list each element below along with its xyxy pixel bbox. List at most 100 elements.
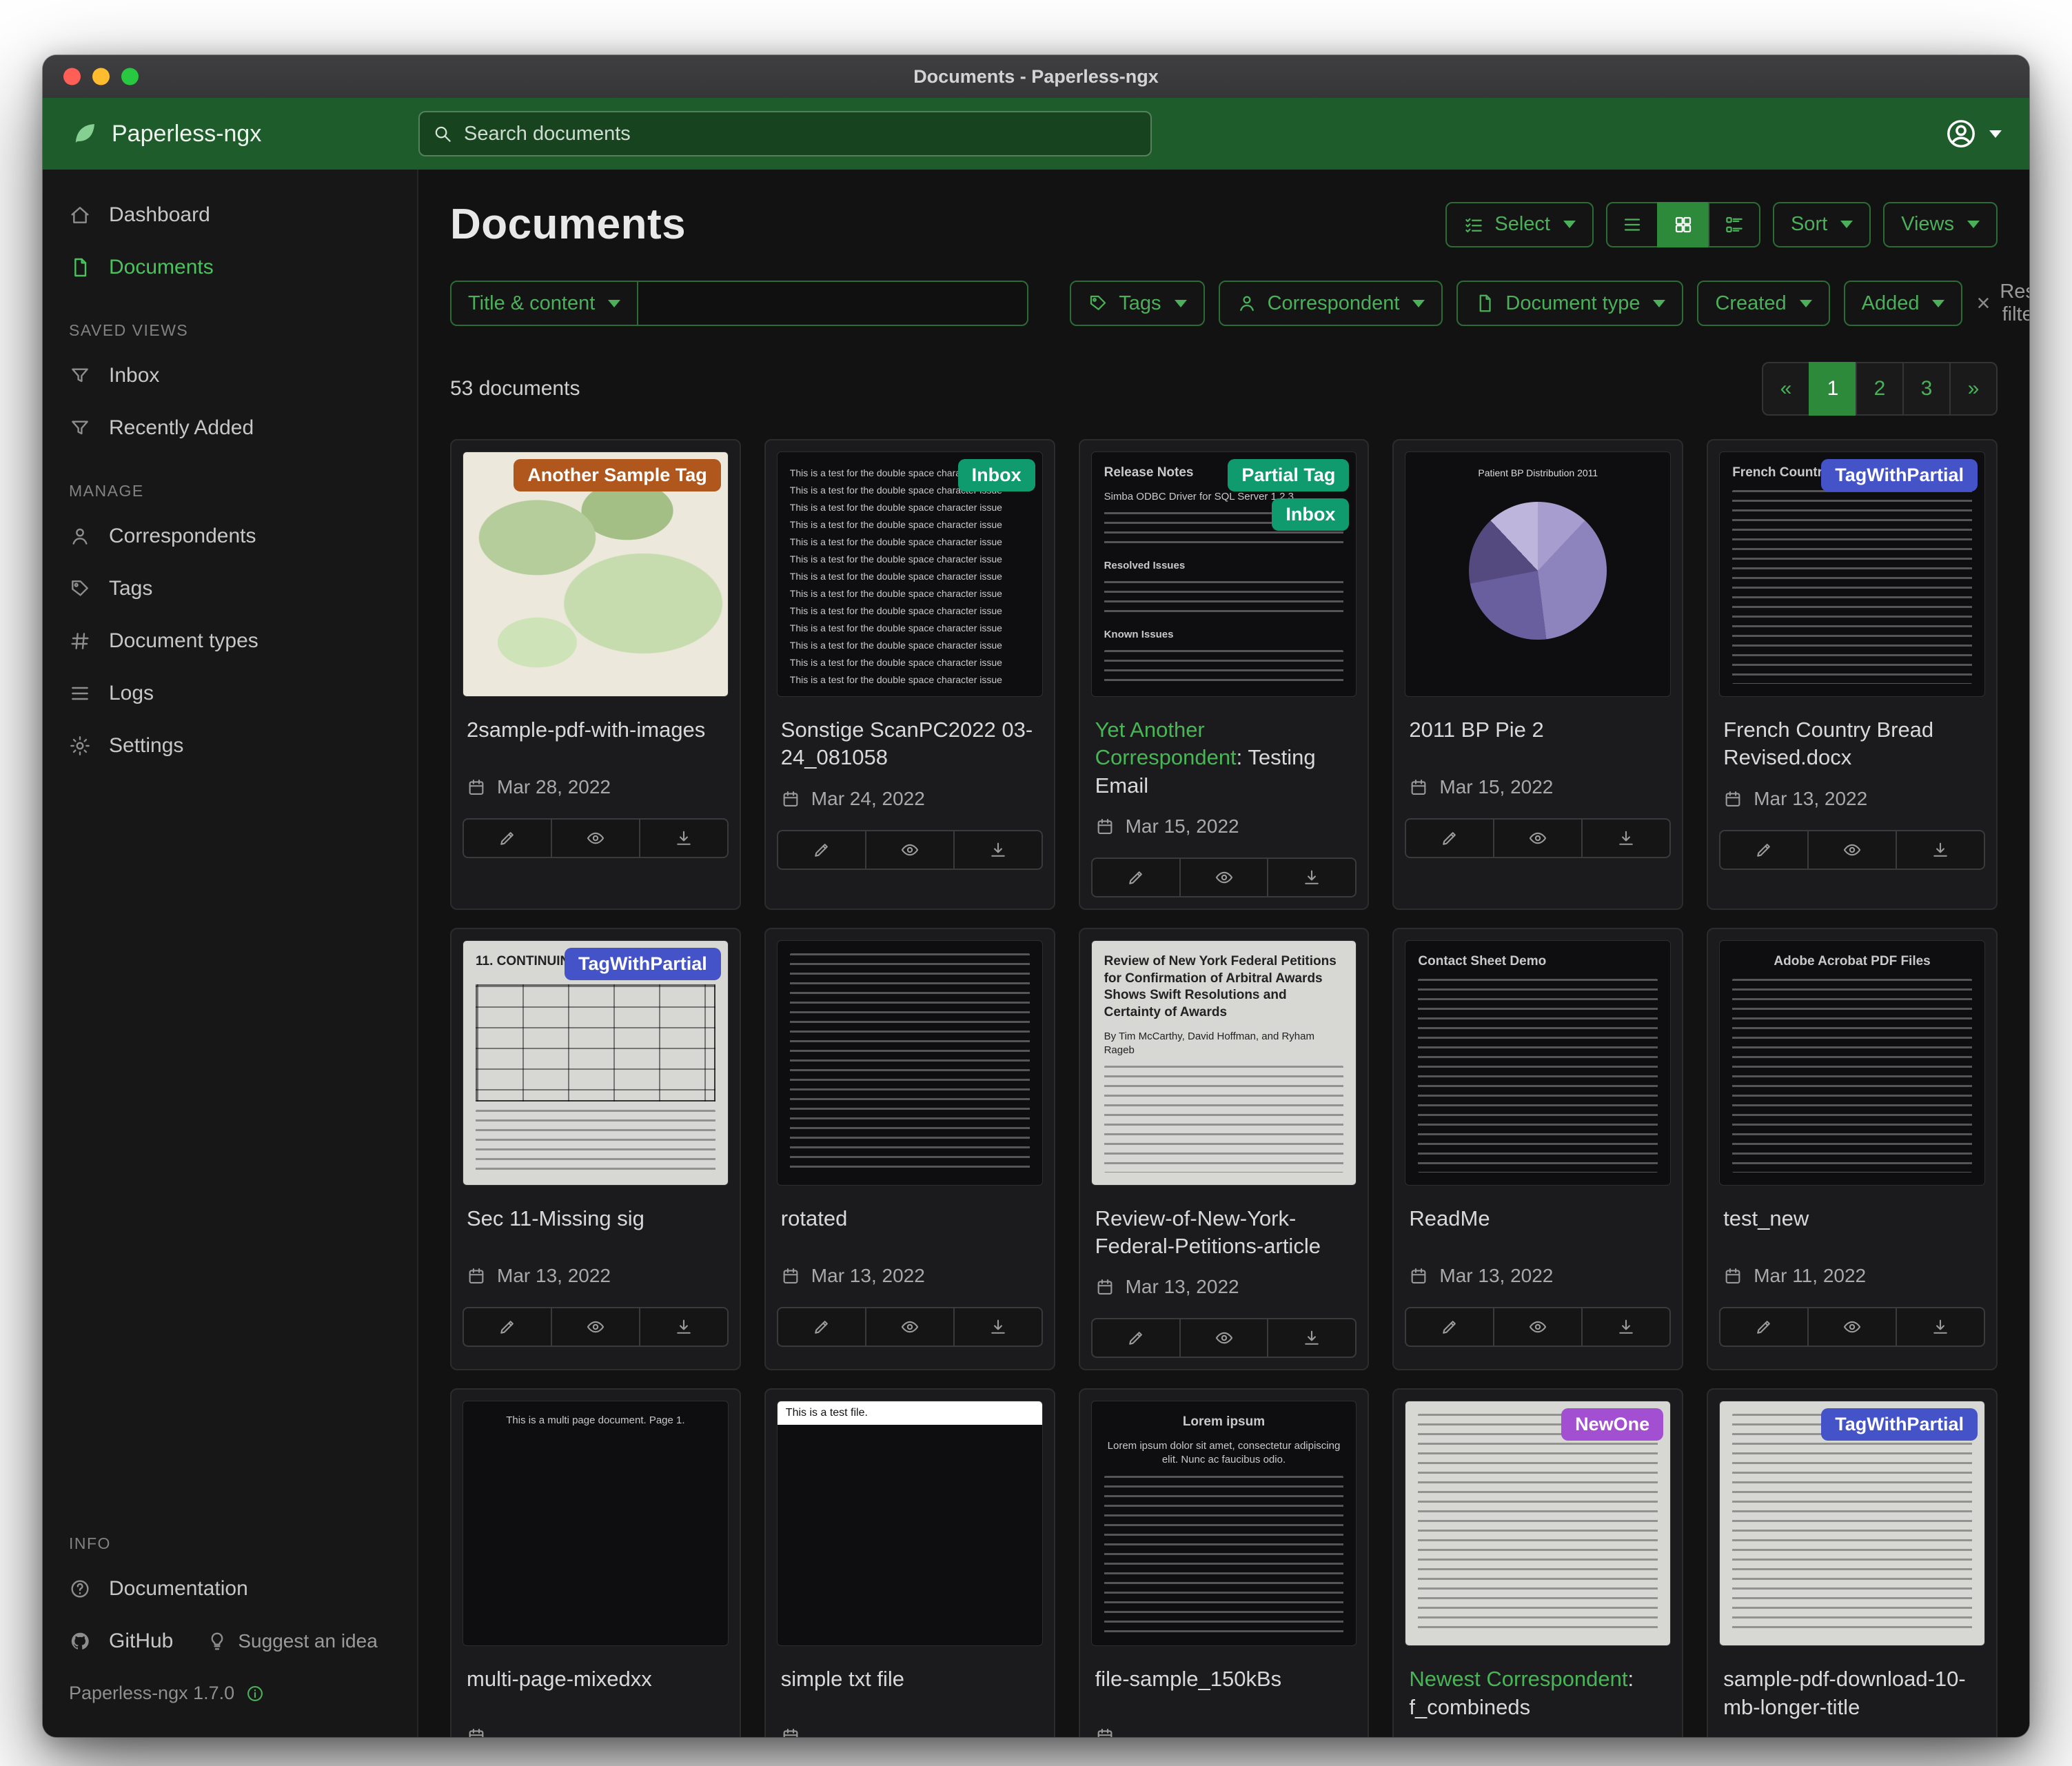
view-button[interactable] bbox=[551, 818, 640, 858]
edit-button[interactable] bbox=[463, 1307, 552, 1347]
document-card[interactable]: Another Sample Tag 2sample-pdf-with-imag… bbox=[450, 439, 741, 910]
sidebar-item-github[interactable]: GitHub bbox=[43, 1615, 180, 1667]
document-thumbnail[interactable]: Review of New York Federal Petitions for… bbox=[1091, 940, 1357, 1186]
download-button[interactable] bbox=[1267, 1318, 1357, 1358]
tag-badge[interactable]: Inbox bbox=[1272, 498, 1349, 531]
view-button[interactable] bbox=[1493, 818, 1583, 858]
download-button[interactable] bbox=[1267, 857, 1357, 897]
user-menu[interactable] bbox=[1945, 118, 2002, 150]
document-type-filter-button[interactable]: Document type bbox=[1456, 281, 1683, 326]
sidebar-item-documents[interactable]: Documents bbox=[43, 241, 417, 294]
search-input[interactable] bbox=[464, 123, 1138, 145]
created-filter-button[interactable]: Created bbox=[1697, 281, 1829, 326]
view-button[interactable] bbox=[865, 1307, 955, 1347]
document-card[interactable]: French Country Bread TagWithPartial Fren… bbox=[1707, 439, 1998, 910]
document-thumbnail[interactable]: Another Sample Tag bbox=[463, 451, 729, 697]
document-title[interactable]: file-sample_150kBs bbox=[1080, 1646, 1368, 1715]
document-title[interactable]: Sonstige ScanPC2022 03-24_081058 bbox=[766, 697, 1054, 778]
edit-button[interactable] bbox=[1405, 1307, 1494, 1347]
sidebar-item-documentation[interactable]: Documentation bbox=[43, 1563, 417, 1615]
view-detail-button[interactable] bbox=[1708, 202, 1760, 247]
document-title[interactable]: multi-page-mixedxx bbox=[451, 1646, 740, 1715]
sidebar-item-logs[interactable]: Logs bbox=[43, 667, 417, 720]
tag-badge[interactable]: Another Sample Tag bbox=[514, 459, 721, 491]
view-button[interactable] bbox=[1807, 1307, 1897, 1347]
sidebar-item-settings[interactable]: Settings bbox=[43, 720, 417, 772]
pagination-prev-button[interactable]: « bbox=[1762, 362, 1810, 416]
view-list-button[interactable] bbox=[1606, 202, 1658, 247]
sidebar-item-dashboard[interactable]: Dashboard bbox=[43, 189, 417, 241]
tag-badge[interactable]: TagWithPartial bbox=[1821, 1408, 1978, 1441]
edit-button[interactable] bbox=[1719, 830, 1809, 870]
pagination-page-3[interactable]: 3 bbox=[1902, 362, 1951, 416]
document-title[interactable]: simple txt file bbox=[766, 1646, 1054, 1715]
tag-badge[interactable]: TagWithPartial bbox=[1821, 459, 1978, 491]
minimize-window-button[interactable] bbox=[92, 68, 110, 85]
document-thumbnail[interactable]: Lorem ipsumLorem ipsum dolor sit amet, c… bbox=[1091, 1401, 1357, 1646]
zoom-window-button[interactable] bbox=[121, 68, 139, 85]
tag-badge[interactable]: Inbox bbox=[958, 459, 1035, 491]
tag-badge[interactable]: Partial Tag bbox=[1228, 459, 1349, 491]
view-button[interactable] bbox=[1179, 1318, 1269, 1358]
sidebar-item-inbox[interactable]: Inbox bbox=[43, 349, 417, 402]
title-content-filter-button[interactable]: Title & content bbox=[450, 281, 638, 326]
reset-filters-button[interactable]: × Reset filters bbox=[1976, 281, 2029, 326]
document-title[interactable]: rotated bbox=[766, 1186, 1054, 1255]
document-thumbnail[interactable]: NewOne bbox=[1405, 1401, 1671, 1646]
document-card[interactable]: This is a test file. simple txt file bbox=[764, 1388, 1055, 1737]
document-thumbnail[interactable]: Release NotesSimba ODBC Driver for SQL S… bbox=[1091, 451, 1357, 697]
view-button[interactable] bbox=[1179, 857, 1269, 897]
document-title[interactable]: French Country Bread Revised.docx bbox=[1708, 697, 1996, 778]
document-thumbnail[interactable]: This is a test file. bbox=[777, 1401, 1043, 1646]
edit-button[interactable] bbox=[1091, 857, 1181, 897]
download-button[interactable] bbox=[953, 1307, 1043, 1347]
document-title[interactable]: 2sample-pdf-with-images bbox=[451, 697, 740, 766]
pagination-next-button[interactable]: » bbox=[1949, 362, 1998, 416]
document-thumbnail[interactable] bbox=[777, 940, 1043, 1186]
view-button[interactable] bbox=[1807, 830, 1897, 870]
correspondent-filter-button[interactable]: Correspondent bbox=[1219, 281, 1443, 326]
document-thumbnail[interactable]: French Country Bread TagWithPartial bbox=[1719, 451, 1985, 697]
select-button[interactable]: Select bbox=[1445, 202, 1594, 247]
document-thumbnail[interactable]: Adobe Acrobat PDF Files bbox=[1719, 940, 1985, 1186]
edit-button[interactable] bbox=[1091, 1318, 1181, 1358]
sort-button[interactable]: Sort bbox=[1773, 202, 1871, 247]
views-button[interactable]: Views bbox=[1883, 202, 1998, 247]
edit-button[interactable] bbox=[777, 1307, 866, 1347]
sidebar-item-document-types[interactable]: Document types bbox=[43, 615, 417, 667]
document-thumbnail[interactable]: 11. CONTINUING MEDICAL EDUCA TagWithPart… bbox=[463, 940, 729, 1186]
tag-badge[interactable]: NewOne bbox=[1561, 1408, 1663, 1441]
document-card[interactable]: Review of New York Federal Petitions for… bbox=[1079, 928, 1370, 1371]
view-button[interactable] bbox=[1493, 1307, 1583, 1347]
sidebar-item-suggest-idea[interactable]: Suggest an idea bbox=[180, 1616, 384, 1667]
pagination-page-2[interactable]: 2 bbox=[1856, 362, 1904, 416]
document-title[interactable]: Yet Another Correspondent: Testing Email bbox=[1080, 697, 1368, 805]
download-button[interactable] bbox=[639, 1307, 729, 1347]
document-title[interactable]: sample-pdf-download-10-mb-longer-title bbox=[1708, 1646, 1996, 1727]
document-card[interactable]: rotated Mar 13, 2022 bbox=[764, 928, 1055, 1371]
document-title[interactable]: Sec 11-Missing sig bbox=[451, 1186, 740, 1255]
edit-button[interactable] bbox=[1719, 1307, 1809, 1347]
document-card[interactable]: TagWithPartial sample-pdf-download-10-mb… bbox=[1707, 1388, 1998, 1737]
global-search[interactable] bbox=[418, 111, 1152, 156]
document-thumbnail[interactable]: Contact Sheet Demo bbox=[1405, 940, 1671, 1186]
tags-filter-button[interactable]: Tags bbox=[1070, 281, 1204, 326]
document-card[interactable]: This is a test for the double space char… bbox=[764, 439, 1055, 910]
edit-button[interactable] bbox=[463, 818, 552, 858]
document-thumbnail[interactable]: This is a multi page document. Page 1. bbox=[463, 1401, 729, 1646]
pagination-page-1[interactable]: 1 bbox=[1809, 362, 1857, 416]
document-title[interactable]: Review-of-New-York-Federal-Petitions-art… bbox=[1080, 1186, 1368, 1266]
added-filter-button[interactable]: Added bbox=[1844, 281, 1963, 326]
download-button[interactable] bbox=[1896, 1307, 1985, 1347]
document-card[interactable]: NewOne Newest Correspondent: f_combineds bbox=[1392, 1388, 1683, 1737]
info-icon[interactable] bbox=[245, 1684, 265, 1703]
view-button[interactable] bbox=[551, 1307, 640, 1347]
sidebar-item-recently-added[interactable]: Recently Added bbox=[43, 402, 417, 454]
document-card[interactable]: This is a multi page document. Page 1. m… bbox=[450, 1388, 741, 1737]
edit-button[interactable] bbox=[777, 830, 866, 870]
correspondent-link[interactable]: Yet Another Correspondent bbox=[1095, 718, 1237, 769]
sidebar-item-tags[interactable]: Tags bbox=[43, 562, 417, 615]
tag-badge[interactable]: TagWithPartial bbox=[565, 948, 721, 980]
edit-button[interactable] bbox=[1405, 818, 1494, 858]
download-button[interactable] bbox=[1581, 818, 1671, 858]
